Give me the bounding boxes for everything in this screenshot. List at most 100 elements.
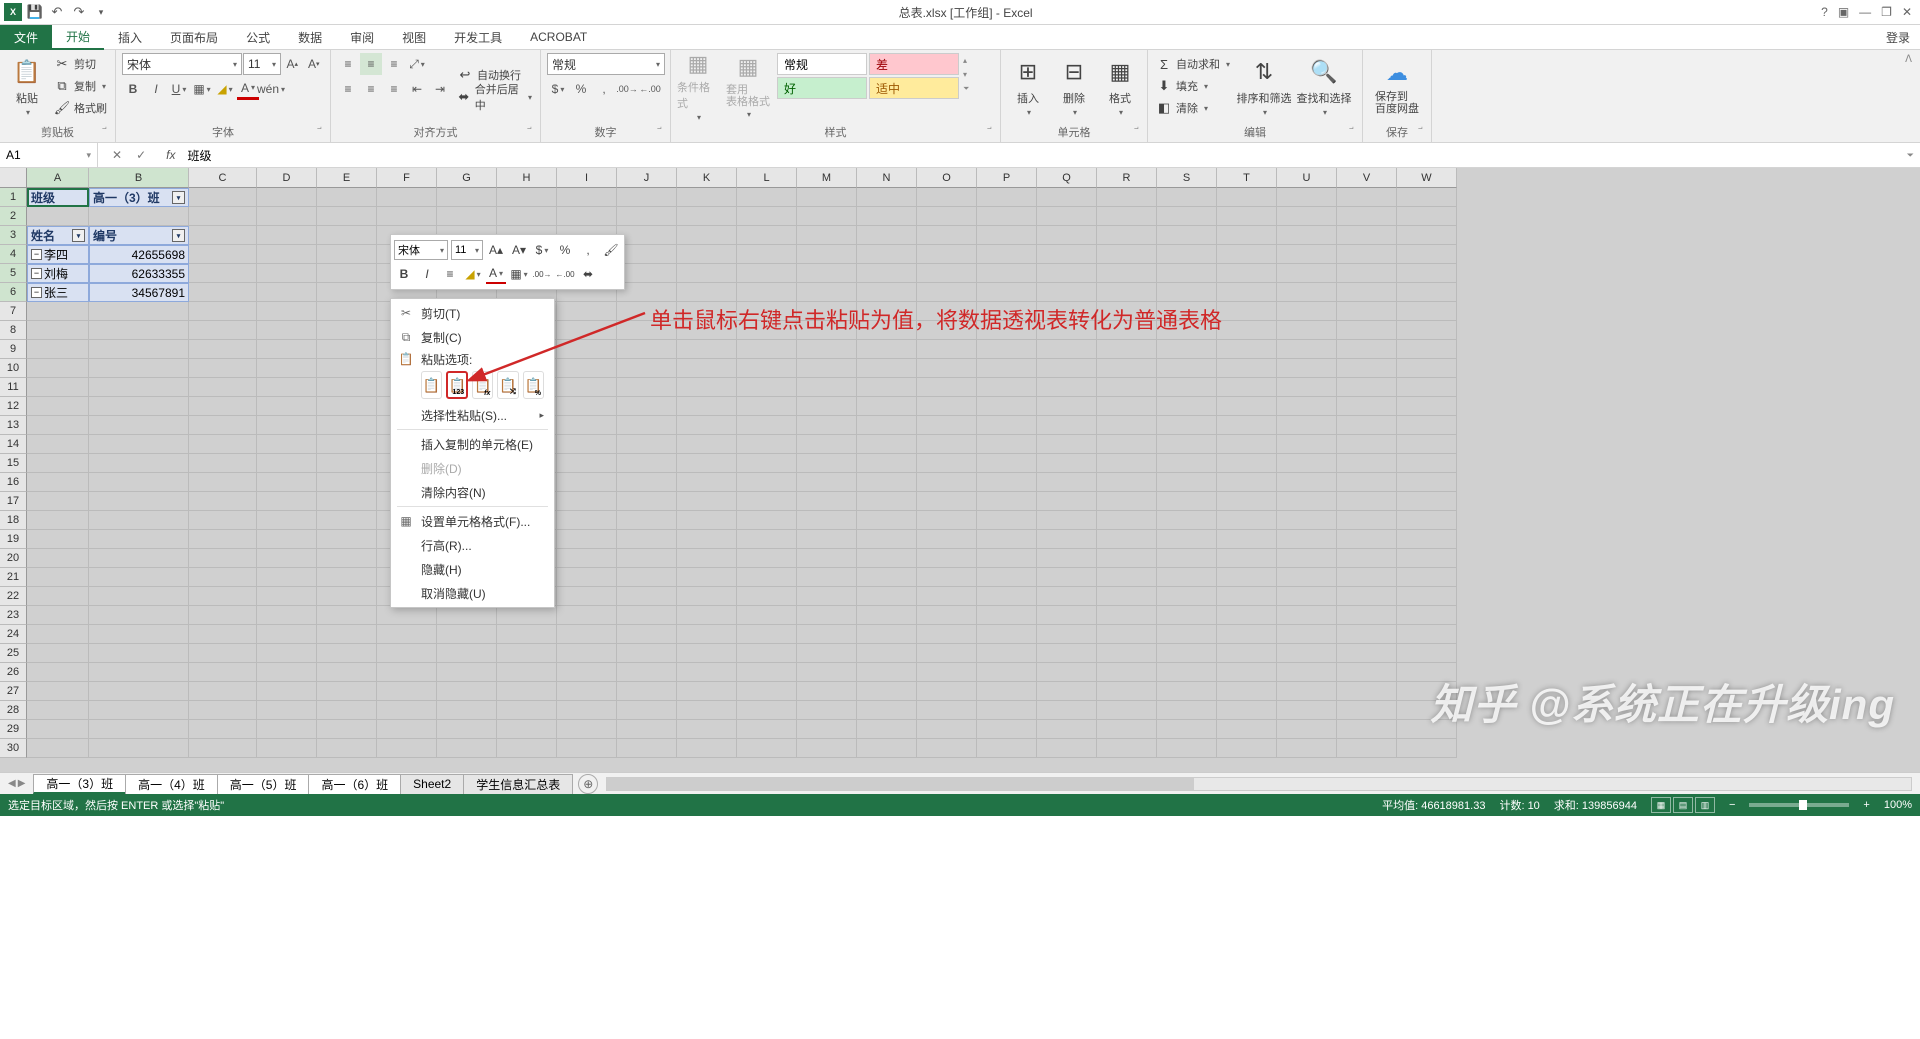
- cell[interactable]: [257, 606, 317, 625]
- zoom-out-icon[interactable]: −: [1729, 799, 1735, 811]
- cell[interactable]: [257, 568, 317, 587]
- cell[interactable]: [189, 682, 257, 701]
- cell[interactable]: [857, 473, 917, 492]
- mini-decinc-icon[interactable]: .00→: [532, 264, 552, 284]
- cell[interactable]: [27, 473, 89, 492]
- cell[interactable]: [1277, 454, 1337, 473]
- ribbon-options-icon[interactable]: ▣: [1838, 5, 1849, 19]
- column-header[interactable]: J: [617, 168, 677, 188]
- increase-decimal-button[interactable]: .00→: [616, 78, 638, 100]
- cell[interactable]: [797, 587, 857, 606]
- format-painter-button[interactable]: 🖌格式刷: [52, 98, 109, 118]
- tab-data[interactable]: 数据: [284, 25, 336, 50]
- cell[interactable]: [1217, 492, 1277, 511]
- row-header[interactable]: 14: [0, 435, 27, 454]
- cell[interactable]: [317, 245, 377, 264]
- cell[interactable]: [677, 568, 737, 587]
- cell[interactable]: [1037, 549, 1097, 568]
- cell[interactable]: [377, 188, 437, 207]
- cell[interactable]: [1217, 663, 1277, 682]
- cell[interactable]: [1217, 587, 1277, 606]
- tab-layout[interactable]: 页面布局: [156, 25, 232, 50]
- cell[interactable]: [1157, 245, 1217, 264]
- cell[interactable]: [1217, 454, 1277, 473]
- column-header[interactable]: I: [557, 168, 617, 188]
- cell[interactable]: [737, 397, 797, 416]
- cell[interactable]: [257, 530, 317, 549]
- row-header[interactable]: 6: [0, 283, 27, 302]
- tab-dev[interactable]: 开发工具: [440, 25, 516, 50]
- cell[interactable]: [797, 473, 857, 492]
- cell[interactable]: [1217, 416, 1277, 435]
- cell[interactable]: [1397, 435, 1457, 454]
- cell[interactable]: [89, 625, 189, 644]
- cell[interactable]: [1037, 397, 1097, 416]
- cell[interactable]: [1097, 739, 1157, 758]
- align-top-icon[interactable]: ≡: [337, 53, 359, 75]
- cell[interactable]: [257, 188, 317, 207]
- clear-button[interactable]: ◧清除▾: [1154, 98, 1232, 118]
- cell[interactable]: [857, 549, 917, 568]
- cell[interactable]: [557, 454, 617, 473]
- cell[interactable]: [317, 492, 377, 511]
- cell[interactable]: [317, 568, 377, 587]
- row-header[interactable]: 3: [0, 226, 27, 245]
- cell[interactable]: [557, 644, 617, 663]
- mini-shrink-font-icon[interactable]: A▾: [509, 240, 529, 260]
- column-header[interactable]: K: [677, 168, 737, 188]
- cell[interactable]: [1097, 188, 1157, 207]
- cell[interactable]: [617, 283, 677, 302]
- indent-decrease-icon[interactable]: ⇤: [406, 78, 428, 100]
- row-header[interactable]: 21: [0, 568, 27, 587]
- cell[interactable]: [1397, 644, 1457, 663]
- cell[interactable]: [617, 188, 677, 207]
- row-header[interactable]: 18: [0, 511, 27, 530]
- cell[interactable]: [677, 587, 737, 606]
- cell[interactable]: [797, 625, 857, 644]
- cell[interactable]: [977, 245, 1037, 264]
- cell[interactable]: [797, 701, 857, 720]
- cell[interactable]: [857, 359, 917, 378]
- cell[interactable]: [1397, 720, 1457, 739]
- cell[interactable]: [857, 644, 917, 663]
- column-header[interactable]: E: [317, 168, 377, 188]
- cell[interactable]: [317, 397, 377, 416]
- cell[interactable]: [857, 188, 917, 207]
- cell[interactable]: [189, 207, 257, 226]
- cell[interactable]: [1277, 264, 1337, 283]
- formula-input[interactable]: 班级: [181, 147, 1900, 164]
- cell[interactable]: [1037, 682, 1097, 701]
- gallery-up-icon[interactable]: ▴: [963, 56, 969, 65]
- cell[interactable]: [677, 340, 737, 359]
- mini-fill-icon[interactable]: ◢▾: [463, 264, 483, 284]
- cell[interactable]: [257, 625, 317, 644]
- cell[interactable]: [917, 587, 977, 606]
- row-header[interactable]: 24: [0, 625, 27, 644]
- cell[interactable]: [1157, 682, 1217, 701]
- view-normal-icon[interactable]: ▦: [1651, 797, 1671, 813]
- cell[interactable]: [797, 644, 857, 663]
- cell[interactable]: [1277, 397, 1337, 416]
- cell[interactable]: [189, 454, 257, 473]
- cell[interactable]: [737, 435, 797, 454]
- cell[interactable]: [27, 378, 89, 397]
- sheet-tab-6[interactable]: 学生信息汇总表: [463, 774, 573, 794]
- cell[interactable]: [1337, 587, 1397, 606]
- cell[interactable]: [497, 644, 557, 663]
- filter-icon[interactable]: ▾: [72, 229, 85, 242]
- cell[interactable]: [1337, 359, 1397, 378]
- cell[interactable]: [27, 644, 89, 663]
- cell[interactable]: [797, 226, 857, 245]
- cell[interactable]: [1277, 587, 1337, 606]
- cell[interactable]: [189, 378, 257, 397]
- cell[interactable]: [1337, 188, 1397, 207]
- cell[interactable]: [317, 226, 377, 245]
- cell[interactable]: [1037, 587, 1097, 606]
- cell[interactable]: [189, 302, 257, 321]
- cell[interactable]: [1037, 283, 1097, 302]
- cell[interactable]: [1097, 454, 1157, 473]
- cell[interactable]: [1277, 549, 1337, 568]
- cell[interactable]: [1397, 340, 1457, 359]
- cell[interactable]: [89, 682, 189, 701]
- cell[interactable]: [617, 397, 677, 416]
